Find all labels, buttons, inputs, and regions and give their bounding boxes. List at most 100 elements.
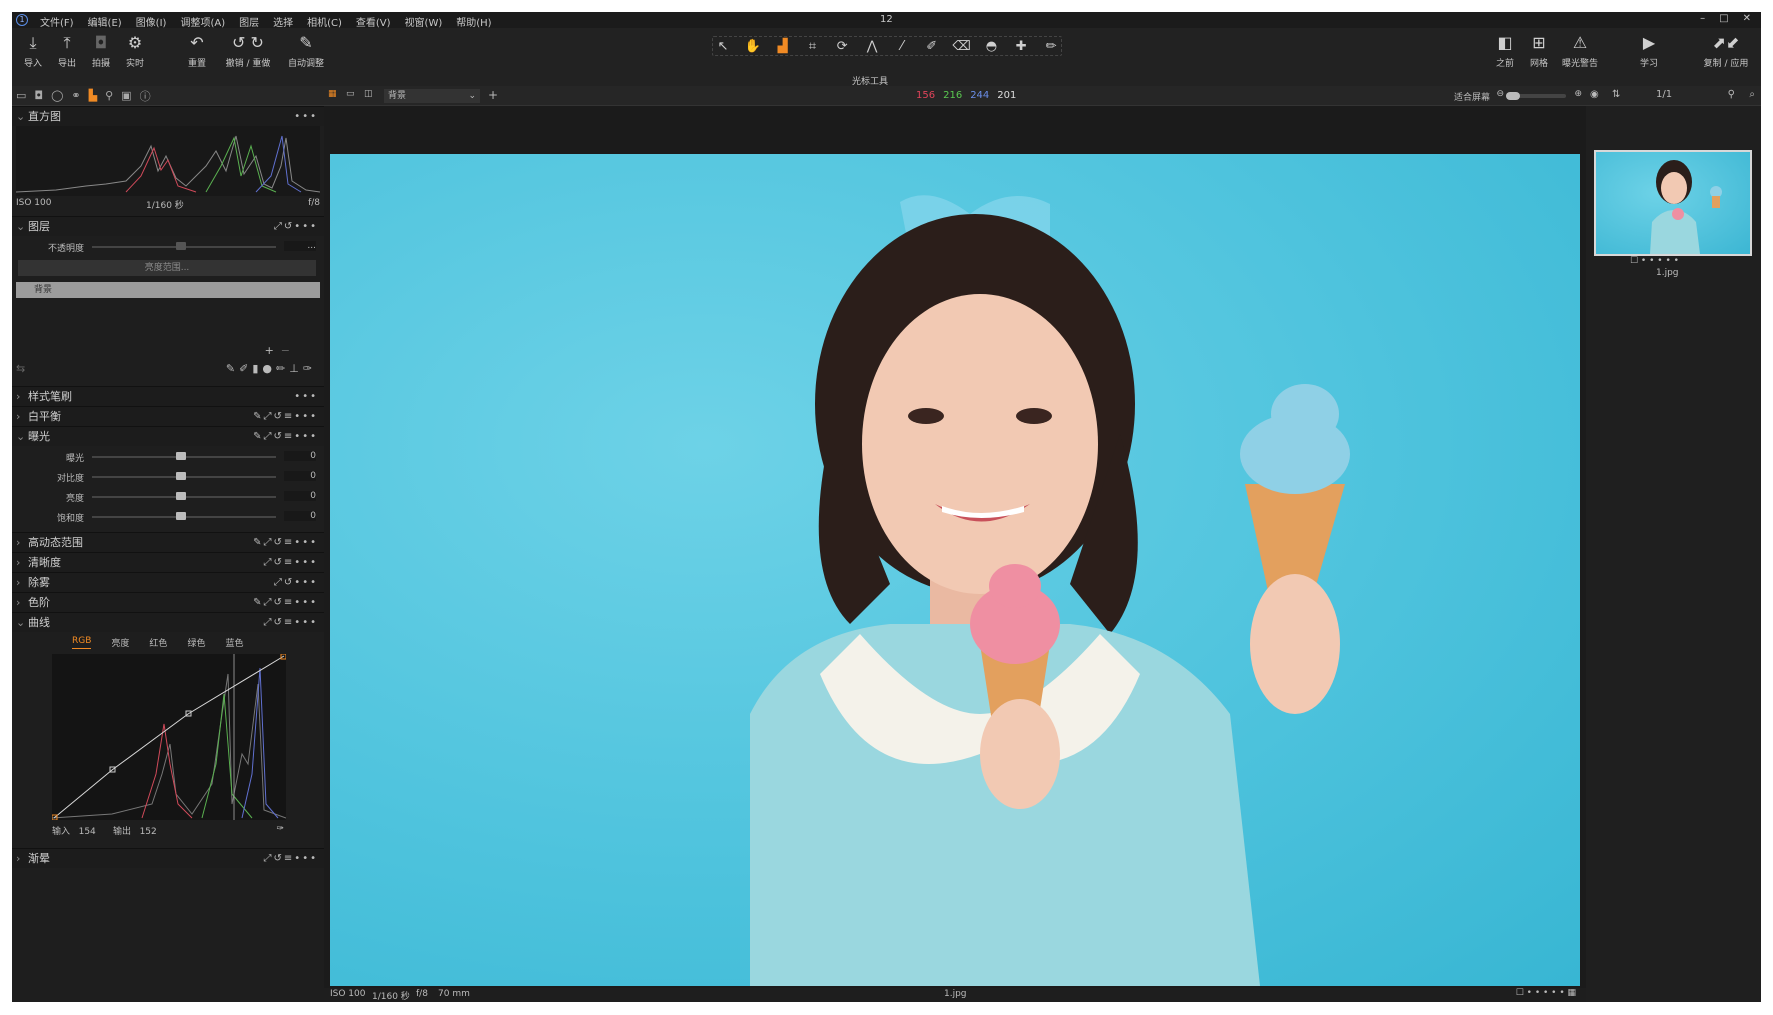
slider-value[interactable]: 0 [284,511,316,521]
slider-value[interactable]: 0 [284,451,316,461]
layers-header[interactable]: ⌄ 图层 ⤢↺••• [12,216,324,236]
slider-knob[interactable] [176,242,186,250]
menu-select[interactable]: 选择 [273,14,293,29]
opacity-value[interactable]: ... [284,241,316,251]
menu-file[interactable]: 文件(F) [40,14,74,29]
exposure-header[interactable]: ⌄ 曝光 ✎⤢↺≡••• [12,426,324,446]
fit-screen-label[interactable]: 适合屏幕 [1454,90,1490,103]
rotate-tool-icon[interactable]: ⟳ [832,39,852,54]
zoom-in-icon[interactable]: ⊕ [1574,89,1582,99]
gradient-tool-icon[interactable]: ◓ [981,39,1001,54]
section-actions-icon[interactable]: ✎⤢↺≡••• [253,427,318,447]
slider-knob[interactable] [176,512,186,520]
magnifier-icon[interactable]: ⌕ [1749,89,1755,100]
tab-green[interactable]: 绿色 [187,636,205,649]
menu-window[interactable]: 视窗(W) [405,14,443,29]
menu-image[interactable]: 图像(I) [136,14,167,29]
add-layer-icon[interactable]: + [265,344,274,357]
more-icon[interactable]: ••• [294,387,318,407]
layer-actions-icon[interactable]: ⤢↺••• [274,217,318,237]
contrast-slider[interactable]: 对比度 0 [12,468,324,486]
menu-help[interactable]: 帮助(H) [456,14,491,29]
menu-camera[interactable]: 相机(C) [307,14,342,29]
tab-red[interactable]: 红色 [149,636,167,649]
clarity-header[interactable]: › 清晰度 ⤢↺≡••• [12,552,324,572]
saturation-slider[interactable]: 饱和度 0 [12,508,324,526]
grid-button[interactable]: ⊞ 网格 [1522,33,1556,69]
camera-tab-icon[interactable]: ◘ [34,89,43,102]
slider-knob[interactable] [176,472,186,480]
minimize-button[interactable]: – [1700,13,1705,24]
close-button[interactable]: ✕ [1743,13,1751,24]
pointer-tool-icon[interactable]: ↖ [713,39,733,54]
live-button[interactable]: ⚙ 实时 [118,33,152,69]
details-tab-icon[interactable]: ⚲ [105,89,113,102]
rating-stars-icon[interactable]: ☐ • • • • • ▦ [1516,988,1576,998]
layer-select[interactable]: 背景 ⌄ [384,89,480,103]
section-actions-icon[interactable]: ✎⤢↺≡••• [253,533,318,553]
sort-icon[interactable]: ⇅ [1612,89,1620,100]
section-actions-icon[interactable]: ⤢↺≡••• [264,553,318,573]
add-icon[interactable]: + [488,88,498,102]
capture-button[interactable]: ◘ 拍摄 [84,33,118,69]
opacity-slider[interactable]: 不透明度 ... [12,238,324,256]
mask-tools-icon[interactable]: ✎✐▮●✏⊥✑ [226,362,316,375]
style-brush-header[interactable]: › 样式笔刷 ••• [12,386,324,406]
slider-value[interactable]: 0 [284,471,316,481]
swap-icon[interactable]: ⇆ [16,362,25,375]
luma-range-button[interactable]: 亮度范围... [18,260,316,276]
histogram-header[interactable]: ⌄ 直方图 ••• [12,106,324,126]
eye-icon[interactable]: ◉ [1590,89,1599,100]
hdr-header[interactable]: › 高动态范围 ✎⤢↺≡••• [12,532,324,552]
picker-tool-icon[interactable]: ⁄ [892,39,912,54]
zoom-out-icon[interactable]: ⊖ [1496,89,1504,99]
exposure-warning-button[interactable]: ⚠ 曝光警告 [1558,33,1602,69]
eyedropper-icon[interactable]: ✑ [276,824,284,834]
import-button[interactable]: ⤓ 导入 [16,33,50,69]
curve-graph[interactable] [52,654,286,820]
copy-apply-button[interactable]: ⬈⬋ 复制 / 应用 [1698,33,1754,69]
info-tab-icon[interactable]: ⓘ [140,88,151,104]
eraser-tool-icon[interactable]: ⌫ [952,39,972,54]
annotate-tool-icon[interactable]: ✏ [1041,39,1061,54]
section-actions-icon[interactable]: ✎⤢↺≡••• [253,407,318,427]
thumbnail[interactable] [1594,150,1752,256]
search-icon[interactable]: ⚲ [1728,89,1735,100]
learn-button[interactable]: ▶ 学习 [1632,33,1666,69]
vignette-header[interactable]: › 渐晕 ⤢↺≡••• [12,848,324,868]
more-icon[interactable]: ••• [294,107,318,127]
levels-header[interactable]: › 色阶 ✎⤢↺≡••• [12,592,324,612]
metadata-tab-icon[interactable]: ▣ [121,89,131,102]
curve-header[interactable]: ⌄ 曲线 ⤢↺≡••• [12,612,324,632]
tab-luma[interactable]: 亮度 [111,636,129,649]
folder-tab-icon[interactable]: ▭ [16,89,26,102]
single-view-icon[interactable]: ▭ [346,89,355,99]
menu-view[interactable]: 查看(V) [356,14,391,29]
heal-tool-icon[interactable]: ✚ [1011,39,1031,54]
thumbnail-rating-icon[interactable]: ☐ • • • • • [1630,256,1679,266]
before-button[interactable]: ◧ 之前 [1488,33,1522,69]
brush-tool-icon[interactable]: ✐ [922,39,942,54]
exposure-tab-icon[interactable]: ▙ [89,89,97,102]
auto-adjust-button[interactable]: ✎ 自动调整 [284,33,328,69]
section-actions-icon[interactable]: ✎⤢↺≡••• [253,593,318,613]
undo-redo-button[interactable]: ↺ ↻ 撤销 / 重做 [220,33,276,69]
main-photo[interactable] [330,154,1580,986]
section-actions-icon[interactable]: ⤢↺≡••• [264,849,318,869]
lens-tab-icon[interactable]: ◯ [51,89,63,102]
color-tab-icon[interactable]: ⚭ [71,89,80,102]
section-actions-icon[interactable]: ⤢↺≡••• [264,613,318,633]
menu-adjustments[interactable]: 调整项(A) [180,14,225,29]
maximize-button[interactable]: □ [1719,13,1728,24]
section-actions-icon[interactable]: ⤢↺••• [274,573,318,593]
zoom-knob[interactable] [1506,92,1520,100]
menu-edit[interactable]: 编辑(E) [88,14,122,29]
hand-tool-icon[interactable]: ✋ [743,39,763,54]
remove-layer-icon[interactable]: − [281,344,290,357]
crop-tool-icon[interactable]: ⌗ [803,39,823,54]
tab-rgb[interactable]: RGB [72,636,92,649]
keystone-tool-icon[interactable]: ⋀ [862,39,882,54]
image-viewer[interactable] [324,106,1586,988]
tab-blue[interactable]: 蓝色 [225,636,243,649]
dehaze-header[interactable]: › 除雾 ⤢↺••• [12,572,324,592]
